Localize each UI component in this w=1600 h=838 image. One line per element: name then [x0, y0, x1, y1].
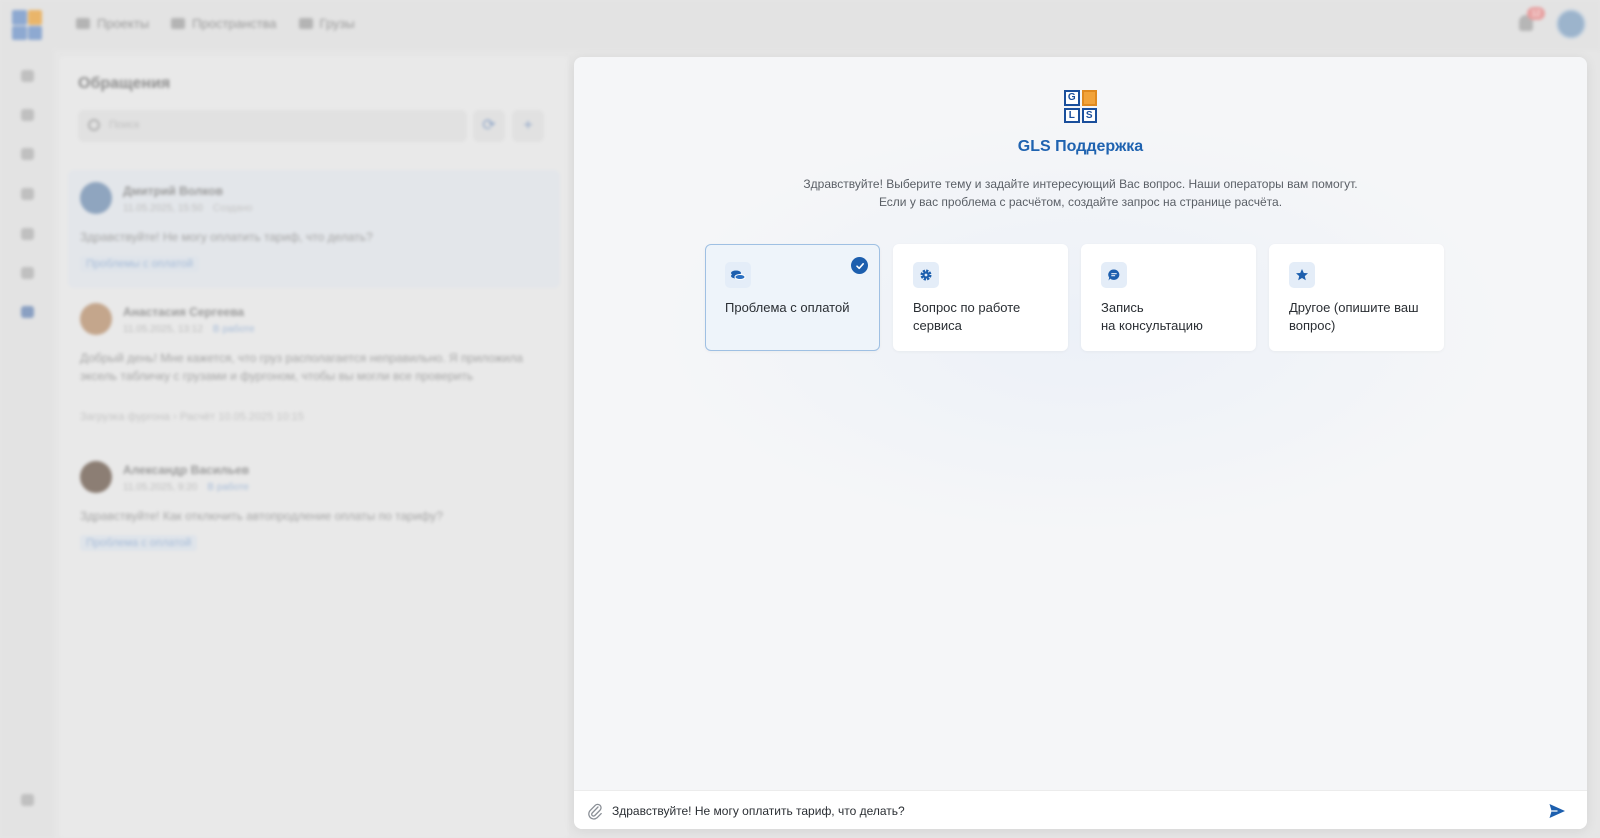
settings-icon[interactable] — [21, 267, 34, 279]
message-composer — [574, 790, 1587, 829]
message-input[interactable] — [612, 801, 1512, 821]
conversation-item[interactable]: Александр Васильев 11.05.2025, 9:20 В раб… — [68, 449, 560, 567]
expand-icon[interactable] — [21, 70, 34, 82]
logout-icon[interactable] — [21, 794, 34, 806]
user-avatar[interactable] — [1556, 9, 1586, 39]
conversation-tag[interactable]: Проблемы с оплатой — [80, 256, 200, 272]
conversation-name: Анастасия Сергеева — [123, 305, 245, 319]
app-logo[interactable] — [12, 10, 42, 40]
search-placeholder: Поиск — [109, 119, 140, 131]
conversation-date: 11.05.2025, 13:12 — [123, 324, 203, 335]
box-icon — [298, 18, 313, 29]
nav-spaces[interactable]: Пространства — [171, 16, 277, 31]
conversation-name: Дмитрий Волков — [123, 184, 223, 198]
nav-projects[interactable]: Проекты — [76, 16, 149, 31]
topic-label: Запись на консультацию — [1101, 300, 1203, 333]
topic-card-other[interactable]: Другое (опишите ваш вопрос) — [1269, 244, 1444, 351]
panel-title: Обращения — [78, 75, 171, 92]
search-input[interactable]: Поиск — [78, 110, 467, 142]
send-icon[interactable] — [1548, 802, 1566, 825]
support-modal: G L S GLS Поддержка Здравствуйте! Выбери… — [574, 57, 1587, 829]
grid-icon — [171, 18, 186, 29]
status-badge: В работе — [207, 482, 249, 493]
add-request-button[interactable]: + — [512, 110, 544, 142]
subtitle-line-1: Здравствуйте! Выберите тему и задайте ин… — [803, 177, 1358, 191]
sidebar — [0, 50, 54, 838]
requests-panel: Обращения Поиск ⟳ + Дмитрий Волков 11.05… — [60, 57, 568, 838]
topic-card-consultation[interactable]: Запись на консультацию — [1081, 244, 1256, 351]
calculation-link[interactable]: Расчёт 10.05.2025 10:15 — [180, 411, 304, 423]
image-icon[interactable] — [21, 188, 34, 200]
conversation-message: Здравствуйте! Как отключить автопродлени… — [80, 509, 443, 523]
conversation-item[interactable]: Анастасия Сергеева 11.05.2025, 13:12 В ра… — [68, 293, 560, 443]
attachment-icon[interactable] — [587, 802, 603, 825]
conversation-date: 11.05.2025, 9:20 — [123, 482, 198, 493]
support-title: GLS Поддержка — [1017, 138, 1144, 155]
nav-projects-label: Проекты — [97, 16, 150, 31]
top-nav: Проекты Пространства Грузы — [76, 16, 355, 31]
document-icon[interactable] — [21, 228, 34, 240]
conversation-message: Здравствуйте! Не могу оплатить тариф, чт… — [80, 230, 373, 244]
check-icon — [851, 257, 868, 274]
support-subtitle: Здравствуйте! Выберите тему и задайте ин… — [574, 175, 1587, 211]
folder-icon — [76, 18, 90, 29]
folder-link[interactable]: Загрузка фургона — [80, 411, 170, 423]
briefcase-icon[interactable] — [21, 148, 34, 160]
nav-cargo[interactable]: Грузы — [298, 16, 355, 31]
topic-card-service[interactable]: Вопрос по работе сервиса — [893, 244, 1068, 351]
gear-icon — [913, 262, 939, 288]
conversation-item[interactable]: Дмитрий Волков 11.05.2025, 15:50 Создано … — [68, 170, 560, 288]
topic-label: Другое (опишите ваш вопрос) — [1289, 300, 1419, 333]
gls-logo: G L S — [1064, 90, 1097, 123]
topic-cards: Проблема с оплатой Вопрос по работе серв… — [705, 244, 1444, 351]
subtitle-line-2: Если у вас проблема с расчётом, создайте… — [878, 195, 1283, 209]
chat-bubble-icon — [1101, 262, 1127, 288]
nav-cargo-label: Грузы — [319, 16, 355, 31]
conversation-name: Александр Васильев — [123, 463, 250, 477]
coins-icon — [725, 262, 751, 288]
topic-label: Проблема с оплатой — [725, 300, 850, 315]
top-bar: Проекты Пространства Грузы 12 — [0, 0, 1600, 50]
search-icon — [88, 119, 100, 131]
topic-label: Вопрос по работе сервиса — [913, 300, 1021, 333]
refresh-button[interactable]: ⟳ — [473, 110, 505, 142]
user-icon[interactable] — [21, 109, 34, 121]
notification-badge: 12 — [1527, 7, 1545, 20]
conversation-tag[interactable]: Проблема с оплатой — [80, 535, 198, 551]
conversation-date: 11.05.2025, 15:50 — [123, 203, 203, 214]
avatar — [80, 303, 112, 335]
avatar — [80, 182, 112, 214]
avatar — [80, 461, 112, 493]
nav-spaces-label: Пространства — [192, 16, 277, 31]
topic-card-payment[interactable]: Проблема с оплатой — [705, 244, 880, 351]
conversation-message: Добрый день! Мне кажется, что груз распо… — [80, 351, 523, 383]
star-icon — [1289, 262, 1315, 288]
status-badge: Создано — [212, 203, 253, 214]
status-badge: В работе — [212, 324, 255, 335]
chat-icon[interactable] — [21, 306, 34, 318]
